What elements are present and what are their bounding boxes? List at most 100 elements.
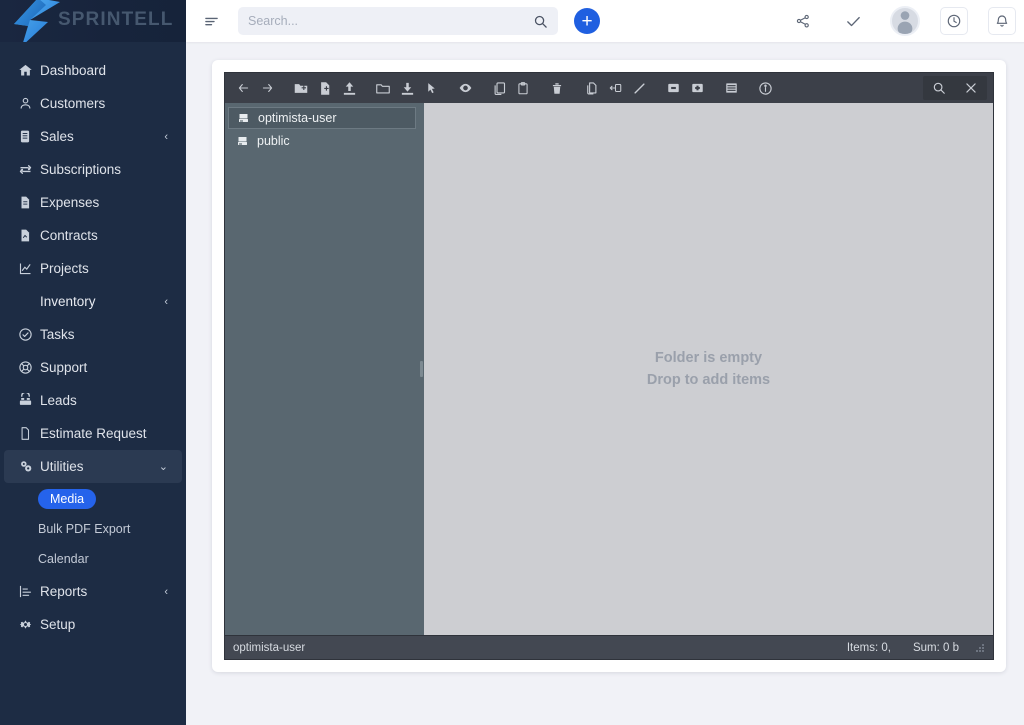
- sidebar-item-projects[interactable]: Projects: [4, 252, 182, 285]
- preview-eye-icon[interactable]: [455, 77, 475, 99]
- main-area: +: [186, 0, 1024, 725]
- bell-icon[interactable]: [988, 7, 1016, 35]
- splitter-grip[interactable]: [420, 361, 423, 377]
- sidebar-item-label: Projects: [40, 260, 89, 276]
- search-box[interactable]: [238, 7, 558, 35]
- edit-pencil-icon[interactable]: [629, 77, 649, 99]
- home-icon: [18, 62, 40, 80]
- sidebar-item-estimate-request[interactable]: Estimate Request: [4, 417, 182, 450]
- sidebar-item-utilities[interactable]: Utilities ⌄: [4, 450, 182, 483]
- empty-state-line2: Drop to add items: [646, 372, 771, 388]
- sidebar-item-expenses[interactable]: Expenses: [4, 186, 182, 219]
- sidebar-item-subscriptions[interactable]: Subscriptions: [4, 153, 182, 186]
- sidebar-subitem-label: Bulk PDF Export: [38, 522, 131, 536]
- sidebar-item-label: Estimate Request: [40, 425, 147, 441]
- duplicate-icon[interactable]: [581, 77, 601, 99]
- refresh-icon: [18, 161, 40, 179]
- sidebar-item-reports[interactable]: Reports ‹: [4, 575, 182, 608]
- fm-search-icon[interactable]: [925, 76, 953, 100]
- chevron-down-icon[interactable]: ⌄: [159, 460, 168, 473]
- chevron-left-icon[interactable]: ‹: [164, 586, 168, 598]
- sidebar-subitem-bulk-pdf-export[interactable]: Bulk PDF Export: [4, 515, 182, 543]
- share-icon[interactable]: [790, 8, 816, 34]
- sidebar-item-label: Dashboard: [40, 62, 107, 78]
- sidebar-item-sales[interactable]: Sales ‹: [4, 120, 182, 153]
- sidebar-item-label: Support: [40, 359, 88, 375]
- zoom-in-icon[interactable]: [687, 77, 707, 99]
- sidebar-item-contracts[interactable]: Contracts: [4, 219, 182, 252]
- sidebar-item-customers[interactable]: Customers: [4, 87, 182, 120]
- info-icon[interactable]: [755, 77, 775, 99]
- sidebar-item-label: Expenses: [40, 194, 100, 210]
- status-items-count: Items: 0,: [846, 641, 891, 654]
- paste-icon[interactable]: [513, 77, 533, 99]
- new-file-icon[interactable]: [315, 77, 335, 99]
- add-new-button[interactable]: +: [574, 8, 600, 34]
- brand-logo[interactable]: SPRINTELL: [0, 0, 186, 42]
- sidebar-item-tasks[interactable]: Tasks: [4, 318, 182, 351]
- sidebar-item-dashboard[interactable]: Dashboard: [4, 54, 182, 87]
- zoom-out-icon[interactable]: [663, 77, 683, 99]
- resize-grip-icon[interactable]: [975, 643, 985, 653]
- search-icon[interactable]: [533, 14, 548, 29]
- new-folder-icon[interactable]: [291, 77, 311, 99]
- hamburger-menu-icon[interactable]: [200, 10, 222, 32]
- sidebar-item-leads[interactable]: Leads: [4, 384, 182, 417]
- check-icon[interactable]: [840, 8, 866, 34]
- sidebar-subitem-media[interactable]: Media: [4, 485, 182, 513]
- sidebar-item-inventory[interactable]: Inventory ‹: [4, 285, 182, 318]
- tree-item-label: public: [257, 133, 290, 148]
- tree-item-public[interactable]: public: [228, 130, 416, 151]
- file-manager-tree: optimista-user public: [225, 103, 419, 635]
- document-icon: [18, 425, 40, 443]
- sidebar-item-label: Contracts: [40, 227, 98, 243]
- file-manager-toolbar: [225, 73, 993, 103]
- rename-box-icon[interactable]: [605, 77, 625, 99]
- plus-icon: +: [581, 10, 593, 32]
- download-icon[interactable]: [397, 77, 417, 99]
- sidebar-item-label: Sales: [40, 128, 74, 144]
- chart-icon: [18, 260, 40, 278]
- status-sum-size: Sum: 0 b: [912, 641, 959, 654]
- delete-trash-icon[interactable]: [547, 77, 567, 99]
- sidebar-item-label: Inventory: [40, 293, 96, 309]
- report-icon: [18, 583, 40, 601]
- file-manager-body: optimista-user public Folder is empty Dr…: [225, 103, 993, 635]
- back-icon[interactable]: [233, 77, 253, 99]
- topbar: +: [186, 0, 1024, 42]
- upload-icon[interactable]: [339, 77, 359, 99]
- file-manager-content[interactable]: Folder is empty Drop to add items: [424, 103, 993, 635]
- sidebar: SPRINTELL Dashboard Customers Sales ‹ Su…: [0, 0, 186, 725]
- chevron-left-icon[interactable]: ‹: [164, 131, 168, 143]
- sidebar-item-label: Reports: [40, 583, 88, 599]
- sidebar-item-label: Subscriptions: [40, 161, 122, 177]
- select-cursor-icon[interactable]: [421, 77, 441, 99]
- phone-icon: [18, 392, 40, 410]
- file-manager: optimista-user public Folder is empty Dr…: [224, 72, 994, 660]
- lifebuoy-icon: [18, 359, 40, 377]
- chevron-left-icon[interactable]: ‹: [164, 296, 168, 308]
- check-circle-icon: [18, 326, 40, 344]
- sidebar-subitem-label: Media: [38, 488, 97, 510]
- brand-name: SPRINTELL: [58, 9, 174, 30]
- sidebar-item-support[interactable]: Support: [4, 351, 182, 384]
- sidebar-subitem-calendar[interactable]: Calendar: [4, 545, 182, 573]
- gear-icon: [18, 616, 40, 634]
- tree-item-optimista-user[interactable]: optimista-user: [228, 107, 416, 129]
- content-area: optimista-user public Folder is empty Dr…: [186, 42, 1024, 725]
- sidebar-item-label: Utilities: [40, 458, 84, 474]
- file-manager-statusbar: optimista-user Items: 0, Sum: 0 b: [225, 635, 993, 659]
- fm-close-icon[interactable]: [957, 76, 985, 100]
- clipboard-icon: [18, 128, 40, 146]
- sidebar-item-setup[interactable]: Setup: [4, 608, 182, 641]
- app-root: SPRINTELL Dashboard Customers Sales ‹ Su…: [0, 0, 1024, 725]
- forward-icon[interactable]: [257, 77, 277, 99]
- clock-icon[interactable]: [940, 7, 968, 35]
- file-icon: [18, 194, 40, 212]
- open-folder-icon[interactable]: [373, 77, 393, 99]
- copy-icon[interactable]: [489, 77, 509, 99]
- gears-icon: [18, 458, 40, 476]
- avatar[interactable]: [890, 6, 920, 36]
- search-input[interactable]: [248, 14, 527, 28]
- list-view-icon[interactable]: [721, 77, 741, 99]
